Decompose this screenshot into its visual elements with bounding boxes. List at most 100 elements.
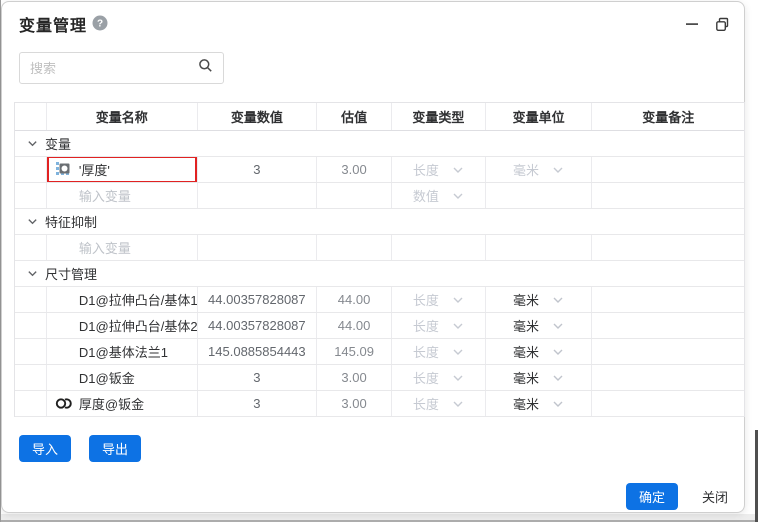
unit-cell: 毫米: [486, 365, 593, 390]
name-cell[interactable]: '厚度': [47, 157, 198, 182]
variable-name: D1@钣金: [79, 368, 135, 387]
link-icon: [53, 397, 79, 410]
table-row-group: 特征抑制: [15, 209, 744, 235]
remark-cell[interactable]: [592, 391, 744, 416]
group-label: 变量: [45, 134, 71, 153]
type-select[interactable]: 数值: [392, 186, 485, 205]
type-cell: 长度: [392, 157, 486, 182]
group-toggle[interactable]: 尺寸管理: [15, 261, 744, 286]
unit-select[interactable]: 毫米: [486, 342, 592, 361]
type-select[interactable]: 长度: [392, 342, 485, 361]
global-variable-icon: [53, 161, 79, 178]
name-placeholder: 输入变量: [79, 238, 131, 257]
header-handle: [15, 103, 47, 130]
unit-cell: [486, 183, 593, 208]
type-cell: 长度: [392, 365, 486, 390]
name-cell[interactable]: 输入变量: [47, 183, 198, 208]
group-label: 特征抑制: [45, 212, 97, 231]
remark-cell[interactable]: [592, 313, 744, 338]
row-handle[interactable]: [15, 157, 47, 182]
screenshot-stage: 变量管理 ?: [0, 0, 758, 522]
chevron-down-icon: [452, 190, 464, 202]
unit-cell: [486, 235, 593, 260]
header-unit: 变量单位: [486, 103, 593, 130]
value-cell[interactable]: 3: [198, 365, 318, 390]
value-cell[interactable]: 3: [198, 391, 318, 416]
close-button[interactable]: 关闭: [702, 487, 728, 506]
chevron-down-icon: [552, 164, 564, 176]
value-cell[interactable]: [198, 183, 318, 208]
dialog-title: 变量管理: [19, 12, 87, 36]
unit-select[interactable]: 毫米: [486, 290, 592, 309]
variable-name: 厚度@钣金: [79, 394, 144, 413]
chevron-down-icon: [452, 164, 464, 176]
group-toggle[interactable]: 特征抑制: [15, 209, 744, 234]
value-cell[interactable]: 44.00357828087: [198, 287, 318, 312]
row-handle: [15, 287, 47, 312]
ok-button[interactable]: 确定: [626, 483, 678, 510]
group-label: 尺寸管理: [45, 264, 97, 283]
header-estimate: 估值: [317, 103, 392, 130]
table-row: D1@拉伸凸台/基体1 44.00357828087 44.00 长度 毫米: [15, 287, 744, 313]
group-toggle[interactable]: 变量: [15, 131, 744, 156]
name-cell[interactable]: 厚度@钣金: [47, 391, 198, 416]
value-cell[interactable]: 145.0885854443: [198, 339, 318, 364]
chevron-down-icon: [27, 138, 38, 149]
value-cell[interactable]: 44.00357828087: [198, 313, 318, 338]
type-select[interactable]: 长度: [392, 160, 485, 179]
name-cell[interactable]: D1@钣金: [47, 365, 198, 390]
name-cell[interactable]: D1@基体法兰1: [47, 339, 198, 364]
table-header-row: 变量名称 变量数值 估值 变量类型 变量单位 变量备注: [15, 103, 744, 131]
search-icon[interactable]: [198, 58, 213, 78]
minimize-icon[interactable]: [684, 16, 700, 32]
table-row: 输入变量 数值: [15, 183, 744, 209]
search-input[interactable]: [30, 61, 198, 76]
remark-cell[interactable]: [592, 287, 744, 312]
name-cell[interactable]: D1@拉伸凸台/基体2: [47, 313, 198, 338]
export-button[interactable]: 导出: [89, 435, 141, 462]
import-button[interactable]: 导入: [19, 435, 71, 462]
header-remark: 变量备注: [592, 103, 744, 130]
chevron-down-icon: [552, 320, 564, 332]
svg-text:?: ?: [97, 19, 103, 30]
table-row-group: 尺寸管理: [15, 261, 744, 287]
variable-name: D1@拉伸凸台/基体2: [79, 316, 198, 335]
header-name: 变量名称: [47, 103, 198, 130]
unit-select[interactable]: 毫米: [486, 394, 592, 413]
row-handle: [15, 339, 47, 364]
name-cell[interactable]: D1@拉伸凸台/基体1: [47, 287, 198, 312]
remark-cell: [592, 235, 744, 260]
estimate-cell: [317, 235, 392, 260]
dialog-footer: 确定 关闭: [626, 483, 728, 510]
chevron-down-icon: [552, 398, 564, 410]
remark-cell[interactable]: [592, 365, 744, 390]
help-icon[interactable]: ?: [92, 15, 108, 31]
header-type: 变量类型: [392, 103, 486, 130]
restore-window-icon[interactable]: [714, 16, 730, 32]
table-row: 输入变量: [15, 235, 744, 261]
type-cell: 长度: [392, 287, 486, 312]
chevron-down-icon: [452, 320, 464, 332]
estimate-cell: 44.00: [317, 313, 392, 338]
type-select[interactable]: 长度: [392, 316, 485, 335]
type-select[interactable]: 长度: [392, 290, 485, 309]
table-row: D1@拉伸凸台/基体2 44.00357828087 44.00 长度 毫米: [15, 313, 744, 339]
type-select[interactable]: 长度: [392, 394, 485, 413]
value-cell[interactable]: [198, 235, 318, 260]
remark-cell[interactable]: [592, 157, 744, 182]
row-handle: [15, 235, 47, 260]
unit-select[interactable]: 毫米: [486, 160, 592, 179]
variables-table: 变量名称 变量数值 估值 变量类型 变量单位 变量备注 变量: [14, 102, 745, 417]
unit-cell: 毫米: [486, 339, 593, 364]
unit-select[interactable]: 毫米: [486, 368, 592, 387]
remark-cell[interactable]: [592, 339, 744, 364]
value-cell[interactable]: 3: [198, 157, 318, 182]
type-select[interactable]: 长度: [392, 368, 485, 387]
unit-cell: 毫米: [486, 313, 593, 338]
name-cell[interactable]: 输入变量: [47, 235, 198, 260]
unit-select[interactable]: 毫米: [486, 316, 592, 335]
variable-name: D1@基体法兰1: [79, 342, 168, 361]
variable-name: D1@拉伸凸台/基体1: [79, 290, 198, 309]
estimate-cell: 3.00: [317, 391, 392, 416]
name-placeholder: 输入变量: [79, 186, 131, 205]
